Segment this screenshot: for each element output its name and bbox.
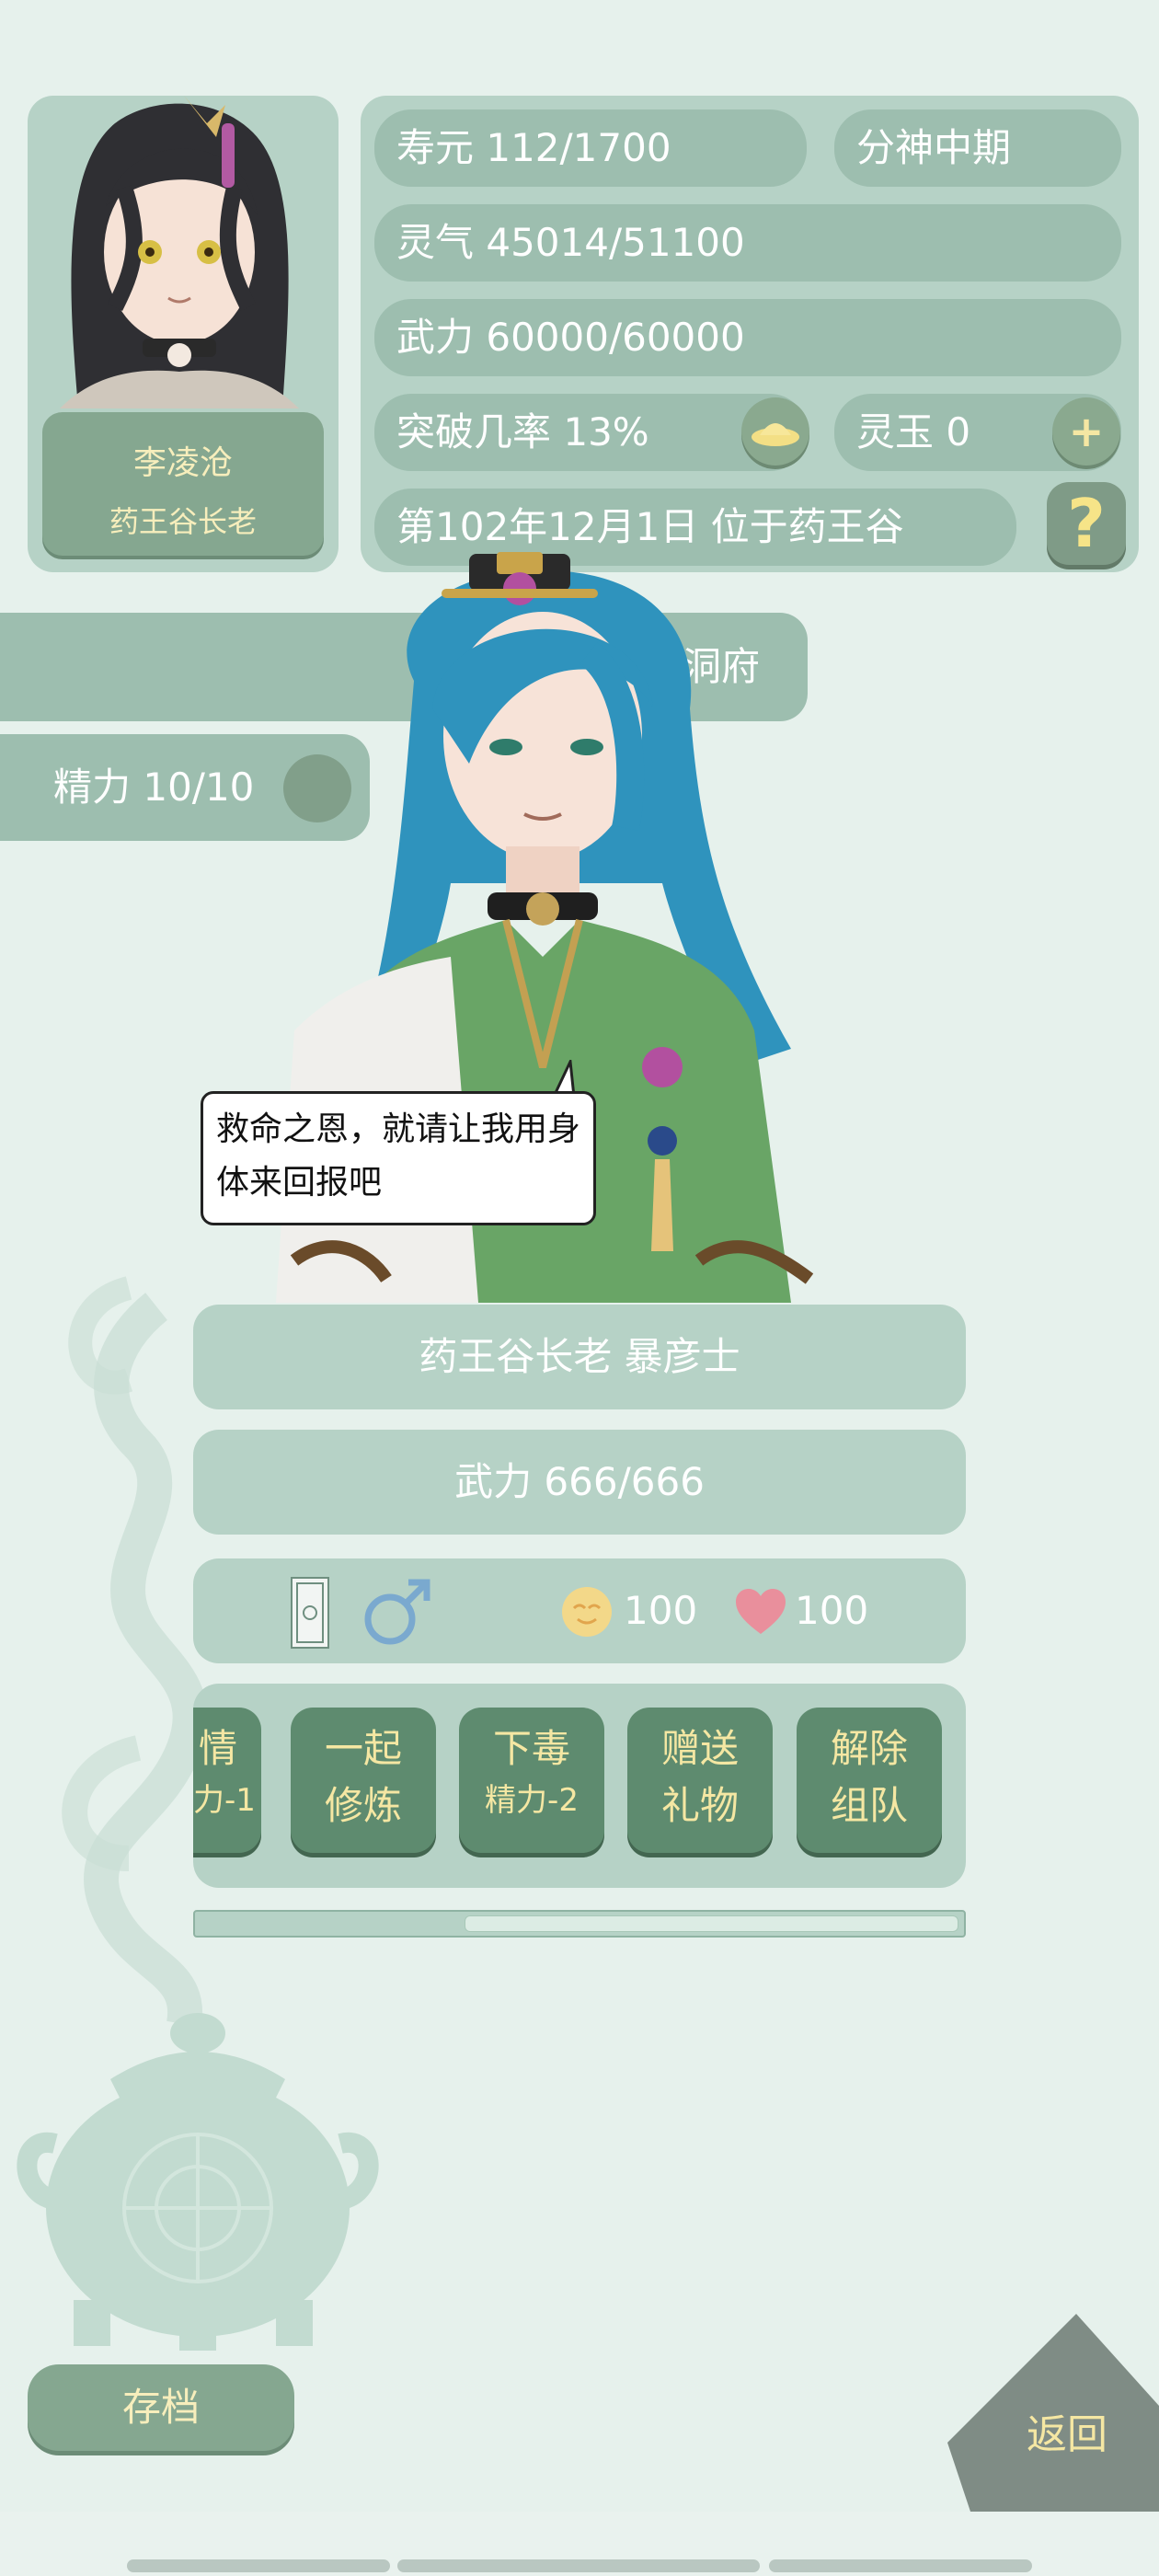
mood-face-icon <box>562 1587 612 1637</box>
realm-stat: 分神中期 <box>834 109 1121 187</box>
action-label: 赠送 <box>660 1726 739 1771</box>
action-button-poison[interactable]: 下毒 精力-2 <box>459 1708 604 1853</box>
player-name-plate[interactable]: 李凌沧 药王谷长老 <box>42 412 324 556</box>
force-stat: 武力 60000/60000 <box>374 299 1121 376</box>
npc-speech-bubble: 救命之恩，就请让我用身体来回报吧 <box>201 1091 596 1225</box>
action-button-panel: 情 力-1 一起 修炼 下毒 精力-2 赠送 礼物 解除 组队 <box>193 1684 966 1888</box>
action-scrollbar-thumb[interactable] <box>465 1915 958 1932</box>
player-title: 药王谷长老 <box>109 504 257 539</box>
npc-status-row: 100 100 <box>193 1558 966 1663</box>
npc-title-name: 药王谷长老 暴彦士 <box>193 1305 966 1409</box>
save-button[interactable]: 存档 <box>28 2364 294 2451</box>
system-navigation-bars <box>0 2512 1159 2576</box>
ingot-icon <box>752 423 799 446</box>
npc-mood-value: 100 <box>624 1588 698 1633</box>
action-button-romance[interactable]: 情 力-1 <box>193 1708 261 1853</box>
action-label: 下毒 <box>492 1726 570 1771</box>
action-label: 修炼 <box>324 1783 402 1828</box>
lifespan-stat: 寿元 112/1700 <box>374 109 807 187</box>
spirit-stat: 灵气 45014/51100 <box>374 204 1121 282</box>
plus-icon: + <box>1068 407 1105 456</box>
npc-affection-value: 100 <box>795 1588 869 1633</box>
action-button-give-gift[interactable]: 赠送 礼物 <box>627 1708 773 1853</box>
talisman-icon <box>291 1577 329 1649</box>
action-button-cultivate-together[interactable]: 一起 修炼 <box>291 1708 436 1853</box>
npc-force: 武力 666/666 <box>193 1430 966 1535</box>
player-name: 李凌沧 <box>132 444 233 482</box>
action-label: 情 <box>199 1726 238 1771</box>
action-label: 礼物 <box>660 1783 739 1828</box>
action-label: 组队 <box>830 1783 908 1828</box>
add-jade-button[interactable]: + <box>1052 397 1120 466</box>
player-portrait <box>41 96 317 408</box>
stats-panel: 寿元 112/1700 分神中期 灵气 45014/51100 武力 60000… <box>361 96 1139 572</box>
action-label: 一起 <box>324 1726 402 1771</box>
male-gender-icon <box>364 1579 430 1645</box>
heart-icon <box>736 1589 786 1634</box>
action-cost: 精力-2 <box>485 1782 579 1819</box>
back-button-label: 返回 <box>1027 2411 1107 2458</box>
action-button-disband-party[interactable]: 解除 组队 <box>797 1708 942 1853</box>
action-label: 解除 <box>830 1726 908 1771</box>
help-button[interactable]: ? <box>1047 482 1126 565</box>
action-cost: 力-1 <box>193 1782 256 1819</box>
breakthrough-button[interactable] <box>741 397 809 466</box>
